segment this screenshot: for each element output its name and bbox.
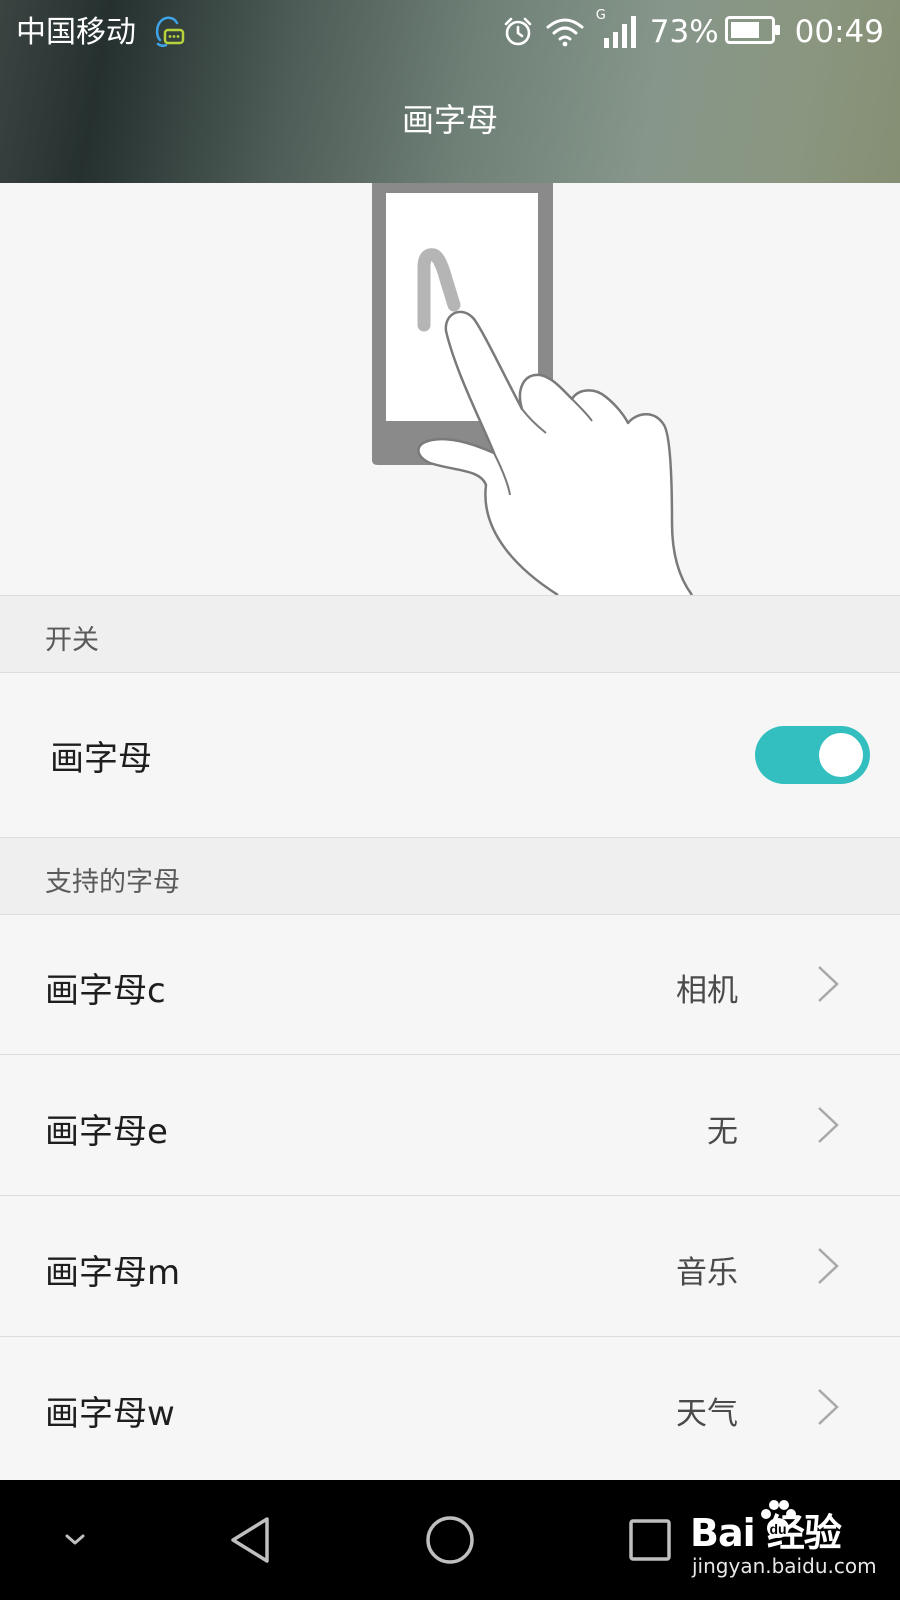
clock: 00:49 <box>794 14 884 50</box>
chevron-right-icon <box>815 1104 841 1146</box>
navigation-bar: Bai 经验 du jingyan.baidu.com <box>0 1480 900 1600</box>
signal-icon: G <box>596 8 638 50</box>
letter-row-value: 无 <box>707 1114 738 1150</box>
app-header: 中国移动 G 73% 00:49 画字母 <box>0 0 900 183</box>
draw-letter-switch[interactable] <box>755 726 870 784</box>
svg-text:du: du <box>769 1521 786 1537</box>
letter-row-w[interactable]: 画字母w 天气 <box>0 1338 900 1480</box>
letter-row-label: 画字母c <box>45 971 166 1011</box>
section-header-letters: 支持的字母 <box>0 837 900 915</box>
letter-row-e[interactable]: 画字母e 无 <box>0 1056 900 1196</box>
collapse-icon[interactable] <box>45 1480 105 1600</box>
network-type-label: G <box>595 8 606 23</box>
letter-row-value: 相机 <box>676 973 738 1009</box>
phone-draw-gesture-illustration <box>0 183 900 595</box>
letter-row-c[interactable]: 画字母c 相机 <box>0 915 900 1055</box>
letter-row-value: 音乐 <box>676 1255 738 1291</box>
carrier-name: 中国移动 <box>16 15 136 50</box>
letter-row-value: 天气 <box>676 1396 738 1432</box>
section-header-switch: 开关 <box>0 595 900 673</box>
recents-icon[interactable] <box>615 1480 685 1600</box>
chat-notification-icon <box>152 14 186 50</box>
letter-row-label: 画字母w <box>45 1394 175 1434</box>
battery-percent: 73% <box>649 14 719 50</box>
draw-letter-toggle-row[interactable]: 画字母 <box>0 673 900 837</box>
wifi-icon <box>546 17 584 47</box>
section-header-label: 开关 <box>45 625 99 656</box>
alarm-icon <box>502 16 534 48</box>
status-icons: G 73% 00:49 <box>502 8 884 52</box>
chevron-right-icon <box>815 1245 841 1287</box>
back-icon[interactable] <box>215 1480 285 1600</box>
letter-row-label: 画字母e <box>45 1112 168 1152</box>
watermark-sub: jingyan.baidu.com <box>692 1554 877 1578</box>
paw-icon: du <box>761 1500 796 1538</box>
status-bar: 中国移动 G 73% 00:49 <box>0 0 900 66</box>
letter-row-m[interactable]: 画字母m 音乐 <box>0 1197 900 1337</box>
chevron-right-icon <box>815 963 841 1005</box>
battery-icon <box>724 16 781 48</box>
baidu-jingyan-watermark: Bai 经验 du jingyan.baidu.com <box>690 1500 890 1582</box>
chevron-right-icon <box>815 1386 841 1428</box>
page-title: 画字母 <box>401 101 498 139</box>
home-icon[interactable] <box>415 1480 485 1600</box>
toggle-label: 画字母 <box>50 739 152 779</box>
letter-row-label: 画字母m <box>45 1253 181 1293</box>
switch-knob <box>819 733 863 777</box>
section-header-label: 支持的字母 <box>45 867 180 898</box>
